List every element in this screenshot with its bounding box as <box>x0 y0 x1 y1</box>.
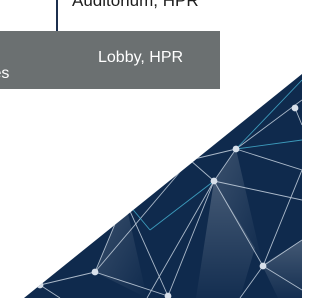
network-node <box>291 104 299 112</box>
network-graphic <box>24 74 302 298</box>
network-node <box>36 281 44 289</box>
slide-canvas: Auditorium, HPR tes Lobby, HPR <box>0 0 302 298</box>
network-node <box>186 156 194 164</box>
network-node <box>232 145 240 153</box>
network-node <box>122 197 128 203</box>
network-node <box>91 268 99 276</box>
network-node <box>210 177 218 185</box>
network-node <box>259 262 267 270</box>
